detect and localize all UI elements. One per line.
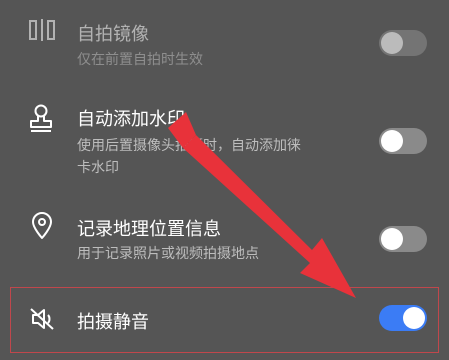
setting-location-title: 记录地理位置信息 (77, 219, 221, 240)
setting-mirror-subtitle: 仅在前置自拍时生效 (77, 52, 203, 68)
setting-watermark-subtitle-line1: 使用后置摄像头拍摄时，自动添加徕 (77, 138, 301, 154)
setting-watermark-subtitle-line2: 卡水印 (77, 160, 119, 176)
stamp-icon (30, 104, 52, 132)
speaker-mute-icon (30, 308, 54, 330)
setting-watermark-row[interactable]: 自动添加水印 使用后置摄像头拍摄时，自动添加徕 卡水印 (0, 90, 449, 190)
setting-mirror-title: 自拍镜像 (77, 24, 149, 45)
setting-mirror-row[interactable]: 自拍镜像 仅在前置自拍时生效 (0, 0, 449, 80)
mirror-toggle[interactable] (379, 30, 427, 56)
mute-toggle[interactable] (379, 305, 427, 331)
watermark-toggle[interactable] (379, 128, 427, 154)
setting-location-row[interactable]: 记录地理位置信息 用于记录照片或视频拍摄地点 (0, 205, 449, 280)
setting-watermark-title: 自动添加水印 (77, 109, 185, 130)
setting-location-subtitle: 用于记录照片或视频拍摄地点 (77, 246, 259, 262)
location-pin-icon (32, 212, 52, 239)
setting-mute-row[interactable]: 拍摄静音 (0, 290, 449, 350)
setting-mute-title: 拍摄静音 (77, 312, 149, 333)
location-toggle[interactable] (379, 226, 427, 252)
mirror-icon (29, 19, 55, 41)
